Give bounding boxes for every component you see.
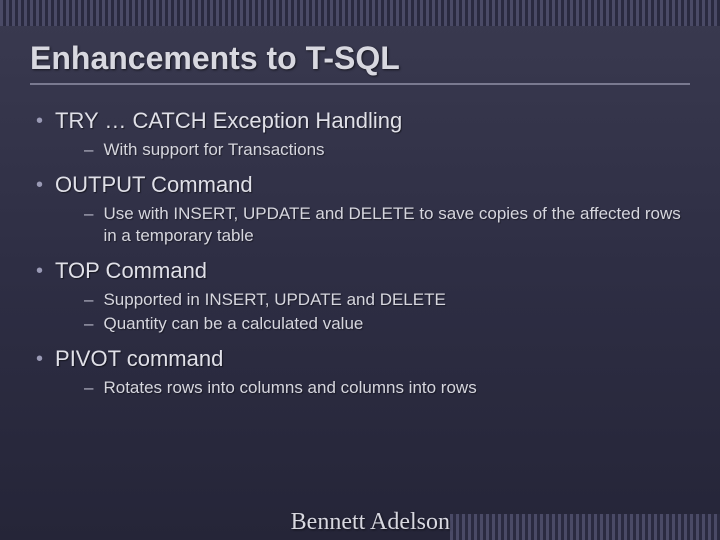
bullet-dot-icon: • (36, 345, 43, 373)
sub-bullet-text: Quantity can be a calculated value (103, 313, 363, 335)
bullet-text: TOP Command (55, 257, 207, 285)
bullet-list: • TRY … CATCH Exception Handling – With … (30, 107, 690, 399)
sub-list-item: – Use with INSERT, UPDATE and DELETE to … (84, 203, 690, 247)
bullet-text: PIVOT command (55, 345, 223, 373)
list-item: • OUTPUT Command – Use with INSERT, UPDA… (30, 171, 690, 247)
dash-icon: – (84, 313, 93, 335)
dash-icon: – (84, 139, 93, 161)
bullet-text: OUTPUT Command (55, 171, 253, 199)
bullet-dot-icon: • (36, 171, 43, 199)
sub-list-item: – Supported in INSERT, UPDATE and DELETE (84, 289, 690, 311)
sub-bullet-text: Supported in INSERT, UPDATE and DELETE (103, 289, 445, 311)
bullet-text: TRY … CATCH Exception Handling (55, 107, 402, 135)
top-hatch-decoration (0, 0, 720, 26)
dash-icon: – (84, 203, 93, 247)
sub-list-item: – With support for Transactions (84, 139, 690, 161)
dash-icon: – (84, 289, 93, 311)
sub-list-item: – Rotates rows into columns and columns … (84, 377, 690, 399)
list-item: • TRY … CATCH Exception Handling – With … (30, 107, 690, 161)
footer-author: Bennett Adelson (90, 509, 450, 536)
slide-title: Enhancements to T-SQL (30, 40, 690, 85)
sub-bullet-text: Rotates rows into columns and columns in… (103, 377, 476, 399)
list-item: • TOP Command – Supported in INSERT, UPD… (30, 257, 690, 335)
sub-list-item: – Quantity can be a calculated value (84, 313, 690, 335)
slide-content: Enhancements to T-SQL • TRY … CATCH Exce… (30, 40, 690, 500)
bullet-dot-icon: • (36, 107, 43, 135)
bottom-right-hatch-decoration (450, 514, 720, 540)
sub-bullet-text: With support for Transactions (103, 139, 324, 161)
list-item: • PIVOT command – Rotates rows into colu… (30, 345, 690, 399)
sub-bullet-text: Use with INSERT, UPDATE and DELETE to sa… (103, 203, 690, 247)
bullet-dot-icon: • (36, 257, 43, 285)
dash-icon: – (84, 377, 93, 399)
